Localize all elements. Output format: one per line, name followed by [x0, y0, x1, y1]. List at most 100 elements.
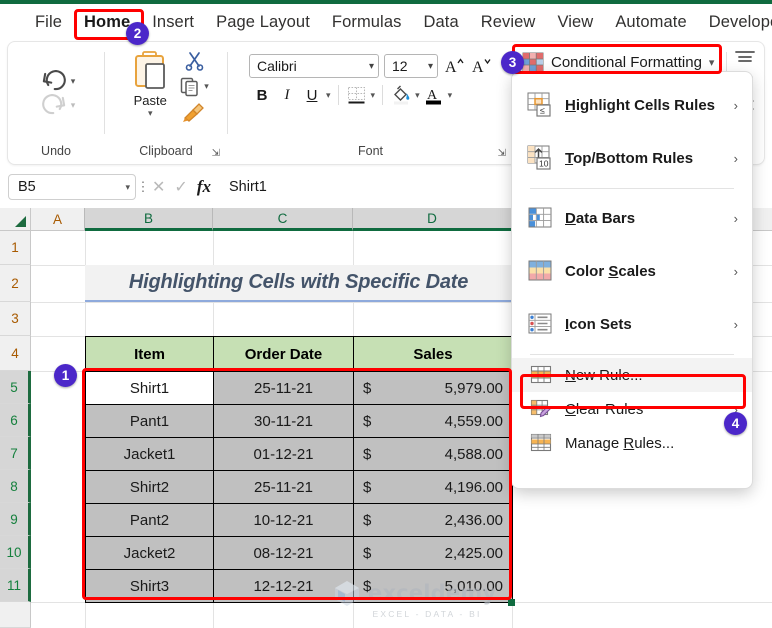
borders-button[interactable] [346, 84, 368, 106]
cut-button[interactable] [184, 50, 205, 71]
table-row[interactable]: $ 4,588.00 [353, 437, 513, 471]
column-header-a[interactable]: A [31, 208, 85, 231]
row-header-12[interactable] [0, 602, 31, 628]
menu-item-label: Manage Rules... [565, 434, 675, 452]
tab-developer[interactable]: Developer [698, 10, 772, 35]
table-row[interactable]: $ 5,979.00 [353, 371, 513, 405]
table-row[interactable]: 25-11-21 [213, 470, 354, 504]
cancel-entry-icon[interactable]: ✕ [152, 177, 165, 197]
paste-dropdown-chevron-icon[interactable]: ▾ [148, 108, 153, 119]
table-row[interactable]: 30-11-21 [213, 404, 354, 438]
table-row[interactable]: Pant2 [85, 503, 214, 537]
table-row[interactable]: Jacket1 [85, 437, 214, 471]
table-header-order-date[interactable]: Order Date [213, 336, 354, 372]
row-header-11[interactable]: 11 [0, 569, 31, 602]
redo-button[interactable]: ▾ [41, 94, 76, 116]
table-row[interactable]: $ 5,010.00 [353, 569, 513, 603]
decrease-font-size-button[interactable]: A [470, 55, 492, 77]
insert-function-icon[interactable]: fx [197, 177, 211, 197]
copy-dropdown-chevron-icon[interactable]: ▾ [204, 81, 209, 92]
row-header-5[interactable]: 5 [0, 371, 31, 404]
bold-button[interactable]: B [251, 84, 273, 106]
table-row[interactable]: Pant1 [85, 404, 214, 438]
row-header-3[interactable]: 3 [0, 302, 31, 336]
tab-file[interactable]: File [24, 10, 73, 35]
copy-button[interactable]: ▾ [179, 76, 209, 97]
name-box[interactable]: B5 ▾ [8, 174, 136, 200]
table-row[interactable]: $ 4,196.00 [353, 470, 513, 504]
menu-item-top-bottom-rules[interactable]: 10 Top/Bottom Rules › [512, 132, 752, 185]
font-color-chevron-down-icon[interactable]: ▾ [448, 90, 453, 101]
table-row[interactable]: 10-12-21 [213, 503, 354, 537]
format-painter-button[interactable] [182, 102, 206, 123]
table-header-sales[interactable]: Sales [353, 336, 513, 372]
table-row[interactable]: $ 4,559.00 [353, 404, 513, 438]
undo-dropdown-chevron-icon[interactable]: ▾ [71, 76, 76, 87]
name-box-chevron-down-icon[interactable]: ▾ [125, 182, 130, 193]
tab-review[interactable]: Review [470, 10, 547, 35]
formula-bar-options-icon[interactable]: ⋮ [136, 179, 150, 195]
menu-item-color-scales[interactable]: Color Scales › [512, 245, 752, 298]
table-row[interactable]: Jacket2 [85, 536, 214, 570]
increase-font-size-button[interactable]: A [443, 55, 465, 77]
menu-item-data-bars[interactable]: Data Bars › [512, 192, 752, 245]
table-row[interactable]: 01-12-21 [213, 437, 354, 471]
row-header-8[interactable]: 8 [0, 470, 31, 503]
tab-insert[interactable]: Insert [141, 10, 205, 35]
confirm-entry-icon[interactable]: ✓ [174, 177, 187, 197]
tab-view[interactable]: View [546, 10, 604, 35]
worksheet-title-cell[interactable]: Highlighting Cells with Specific Date [85, 265, 512, 302]
font-size-chevron-down-icon[interactable]: ▾ [428, 61, 433, 72]
row-header-2[interactable]: 2 [0, 265, 31, 302]
tab-data[interactable]: Data [412, 10, 469, 35]
underline-button[interactable]: U [301, 84, 323, 106]
column-header-d[interactable]: D [353, 208, 512, 231]
font-size-combobox[interactable]: 12 ▾ [384, 54, 438, 78]
fill-color-chevron-down-icon[interactable]: ▾ [415, 90, 420, 101]
selection-fill-handle[interactable] [508, 599, 515, 606]
align-top-icon[interactable] [734, 50, 756, 66]
menu-item-manage-rules[interactable]: Manage Rules... [512, 426, 752, 460]
font-name-combobox[interactable]: Calibri ▾ [249, 54, 379, 78]
tab-automate[interactable]: Automate [604, 10, 697, 35]
row-header-4[interactable]: 4 [0, 336, 31, 371]
select-all-corner[interactable] [0, 208, 31, 231]
font-dialog-launcher-icon[interactable]: ⇲ [498, 148, 506, 159]
menu-item-label: Data Bars [565, 210, 636, 227]
table-row[interactable]: $ 2,436.00 [353, 503, 513, 537]
table-row[interactable]: Shirt3 [85, 569, 214, 603]
row-header-9[interactable]: 9 [0, 503, 31, 536]
underline-chevron-down-icon[interactable]: ▾ [326, 90, 331, 101]
menu-item-highlight-cells-rules[interactable]: ≤ Highlight Cells Rules › [512, 79, 752, 132]
column-header-c[interactable]: C [213, 208, 353, 231]
row-header-10[interactable]: 10 [0, 536, 31, 569]
column-header-b[interactable]: B [85, 208, 213, 231]
table-row[interactable]: Shirt2 [85, 470, 214, 504]
conditional-formatting-chevron-down-icon[interactable]: ▾ [709, 56, 715, 69]
row-header-6[interactable]: 6 [0, 404, 31, 437]
font-color-button[interactable]: A [423, 84, 445, 106]
ribbon-group-label-font: Font [357, 144, 383, 158]
clipboard-dialog-launcher-icon[interactable]: ⇲ [212, 148, 220, 159]
italic-button[interactable]: I [276, 84, 298, 106]
row-header-7[interactable]: 7 [0, 437, 31, 470]
fill-color-button[interactable] [390, 84, 412, 106]
undo-button[interactable]: ▾ [41, 70, 76, 92]
table-row[interactable]: Shirt1 [85, 371, 214, 405]
menu-item-new-rule[interactable]: New Rule... [512, 358, 752, 392]
table-header-item[interactable]: Item [85, 336, 214, 372]
redo-dropdown-chevron-icon[interactable]: ▾ [71, 100, 76, 111]
font-name-chevron-down-icon[interactable]: ▾ [369, 61, 374, 72]
row-header-1[interactable]: 1 [0, 231, 31, 265]
table-row[interactable]: 25-11-21 [213, 371, 354, 405]
menu-item-clear-rules[interactable]: Clear Rules › [512, 392, 752, 426]
menu-item-label: Highlight Cells Rules [565, 97, 716, 114]
borders-chevron-down-icon[interactable]: ▾ [371, 90, 376, 101]
table-row[interactable]: 08-12-21 [213, 536, 354, 570]
paste-button[interactable]: Paste ▾ [123, 50, 177, 119]
tab-formulas[interactable]: Formulas [321, 10, 413, 35]
table-row[interactable]: $ 2,425.00 [353, 536, 513, 570]
menu-item-icon-sets[interactable]: Icon Sets › [512, 298, 752, 351]
table-row[interactable]: 12-12-21 [213, 569, 354, 603]
tab-page-layout[interactable]: Page Layout [205, 10, 321, 35]
